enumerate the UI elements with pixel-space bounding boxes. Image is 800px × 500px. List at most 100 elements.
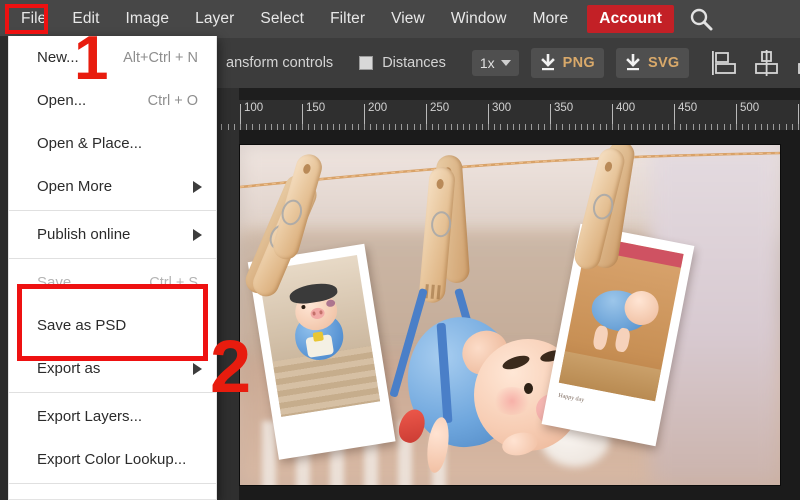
- menu-item-open[interactable]: Open... Ctrl + O: [9, 79, 216, 122]
- distances-label: Distances: [382, 55, 446, 71]
- ruler-minor-tick: [562, 124, 563, 130]
- ruler-minor-tick: [593, 124, 594, 130]
- menu-item-label: New...: [37, 49, 79, 66]
- ruler-minor-tick: [432, 124, 433, 130]
- ruler-minor-tick: [321, 124, 322, 130]
- menu-item-shortcut: Alt+Ctrl + N: [123, 50, 202, 66]
- ruler-label: 450: [678, 102, 697, 114]
- ruler-minor-tick: [246, 124, 247, 130]
- search-icon[interactable]: [688, 6, 714, 32]
- ruler-label: 100: [244, 102, 263, 114]
- left-dark-strip: [0, 36, 8, 500]
- account-button[interactable]: Account: [587, 5, 674, 33]
- pig-blush: [492, 387, 532, 415]
- ruler-minor-tick: [612, 124, 613, 130]
- image-canvas[interactable]: Happy day: [240, 145, 780, 485]
- ruler-minor-tick: [445, 124, 446, 130]
- submenu-arrow-icon: [193, 181, 202, 193]
- ruler-minor-tick: [252, 124, 253, 130]
- ruler-minor-tick: [519, 124, 520, 130]
- menu-item-publish-online[interactable]: Publish online: [9, 213, 216, 256]
- ruler-minor-tick: [637, 124, 638, 130]
- menu-item-file-info[interactable]: File Info...: [9, 486, 216, 500]
- ruler-minor-tick: [339, 124, 340, 130]
- ruler-minor-tick: [730, 124, 731, 130]
- ruler-minor-tick: [773, 124, 774, 130]
- menu-item-export-color-lookup[interactable]: Export Color Lookup...: [9, 438, 216, 481]
- ruler-minor-tick: [438, 124, 439, 130]
- zoom-level-dropdown[interactable]: 1x: [472, 50, 519, 76]
- export-png-button[interactable]: PNG: [531, 48, 604, 78]
- ruler-minor-tick: [736, 124, 737, 130]
- ruler-minor-tick: [476, 124, 477, 130]
- menu-item-label: Save as PSD: [37, 317, 126, 334]
- menu-item-export-layers[interactable]: Export Layers...: [9, 395, 216, 438]
- ruler-minor-tick: [606, 124, 607, 130]
- ruler-minor-tick: [451, 124, 452, 130]
- menu-item-label: Open...: [37, 92, 86, 109]
- canvas-workarea[interactable]: Happy day: [217, 130, 800, 500]
- ruler-minor-tick: [228, 124, 229, 130]
- ruler-minor-tick: [587, 124, 588, 130]
- submenu-arrow-icon: [193, 363, 202, 375]
- ruler-minor-tick: [345, 124, 346, 130]
- menu-item-export-as[interactable]: Export as: [9, 347, 216, 390]
- export-svg-button[interactable]: SVG: [616, 48, 689, 78]
- ruler-minor-tick: [786, 124, 787, 130]
- ruler-minor-tick: [401, 124, 402, 130]
- ruler-minor-tick: [550, 124, 551, 130]
- ruler-minor-tick: [748, 124, 749, 130]
- submenu-arrow-icon: [193, 229, 202, 241]
- ruler-minor-tick: [655, 124, 656, 130]
- menu-item-save-as-psd[interactable]: Save as PSD: [9, 304, 216, 347]
- ruler-minor-tick: [296, 124, 297, 130]
- menu-select[interactable]: Select: [247, 0, 317, 38]
- ruler-minor-tick: [265, 124, 266, 130]
- ruler-minor-tick: [643, 124, 644, 130]
- ruler-minor-tick: [581, 124, 582, 130]
- ruler-minor-tick: [662, 124, 663, 130]
- menu-layer[interactable]: Layer: [182, 0, 247, 38]
- ruler-minor-tick: [674, 124, 675, 130]
- ruler-minor-tick: [680, 124, 681, 130]
- ruler-minor-tick: [463, 124, 464, 130]
- ruler-minor-tick: [513, 124, 514, 130]
- export-svg-label: SVG: [648, 55, 680, 71]
- ruler-label: 500: [740, 102, 759, 114]
- download-arrow-icon: [540, 54, 556, 72]
- ruler-minor-tick: [569, 124, 570, 130]
- menu-filter[interactable]: Filter: [317, 0, 378, 38]
- ruler-label: 250: [430, 102, 449, 114]
- ruler-minor-tick: [742, 124, 743, 130]
- transform-controls-label: ansform controls: [226, 55, 333, 71]
- align-right-icon[interactable]: [795, 50, 800, 76]
- ruler-minor-tick: [308, 124, 309, 130]
- menu-item-label: Open More: [37, 178, 112, 195]
- ruler-minor-tick: [624, 124, 625, 130]
- menu-item-open-more[interactable]: Open More: [9, 165, 216, 208]
- menu-file[interactable]: File: [8, 0, 59, 38]
- annotation-step-2: 2: [210, 330, 251, 404]
- ruler-label: 150: [306, 102, 325, 114]
- ruler-minor-tick: [414, 124, 415, 130]
- menu-item-label: Open & Place...: [37, 135, 142, 152]
- align-center-icon[interactable]: [753, 50, 781, 76]
- menu-item-new[interactable]: New... Alt+Ctrl + N: [9, 36, 216, 79]
- distances-checkbox[interactable]: Distances: [359, 55, 446, 71]
- menu-more[interactable]: More: [520, 0, 582, 38]
- ruler-minor-tick: [327, 124, 328, 130]
- ruler-minor-tick: [240, 124, 241, 130]
- polaroid-right-caption: Happy day: [558, 393, 585, 404]
- ruler-minor-tick: [389, 124, 390, 130]
- file-menu-dropdown[interactable]: New... Alt+Ctrl + N Open... Ctrl + O Open & …: [8, 36, 217, 500]
- menu-item-shortcut: Ctrl + O: [148, 93, 202, 109]
- align-left-icon[interactable]: [711, 50, 739, 76]
- menu-view[interactable]: View: [378, 0, 438, 38]
- menu-image[interactable]: Image: [113, 0, 183, 38]
- menu-window[interactable]: Window: [438, 0, 520, 38]
- distances-checkbox-box[interactable]: [359, 56, 373, 70]
- ruler-minor-tick: [631, 124, 632, 130]
- ruler-minor-tick: [395, 124, 396, 130]
- ruler-minor-tick: [755, 124, 756, 130]
- menu-item-open-place[interactable]: Open & Place...: [9, 122, 216, 165]
